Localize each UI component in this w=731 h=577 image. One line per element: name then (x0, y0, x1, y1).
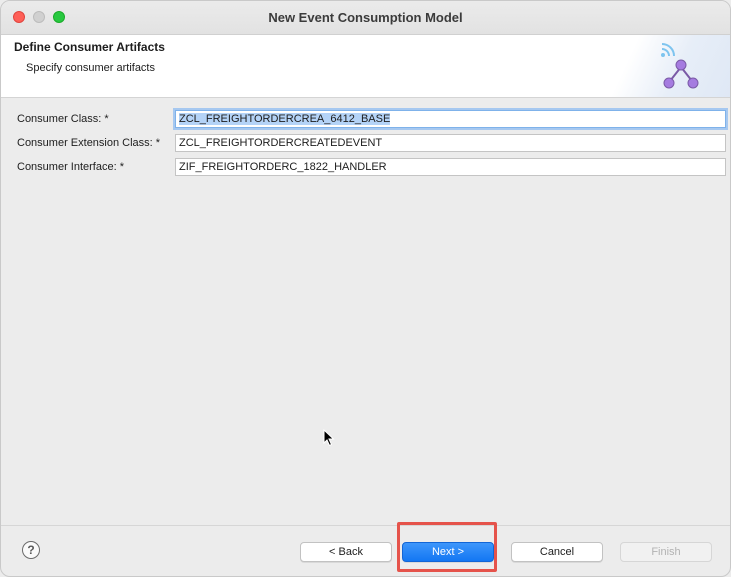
consumer-interface-label: Consumer Interface: * (17, 161, 124, 173)
title-bar: New Event Consumption Model (1, 1, 730, 35)
cancel-button[interactable]: Cancel (511, 542, 603, 562)
wizard-graph-icon (661, 43, 699, 89)
help-button[interactable]: ? (22, 541, 40, 559)
header-banner (600, 35, 730, 97)
consumer-extension-class-value: ZCL_FREIGHTORDERCREATEDEVENT (179, 137, 383, 149)
window-title: New Event Consumption Model (268, 10, 463, 25)
button-bar-divider (1, 525, 730, 526)
wizard-window: New Event Consumption Model Define Consu… (0, 0, 731, 577)
wizard-header: Define Consumer Artifacts Specify consum… (1, 35, 730, 98)
back-button[interactable]: < Back (300, 542, 392, 562)
consumer-interface-value: ZIF_FREIGHTORDERC_1822_HANDLER (179, 161, 387, 173)
consumer-extension-class-label: Consumer Extension Class: * (17, 137, 161, 149)
next-button-highlight (397, 522, 497, 572)
consumer-interface-input[interactable]: ZIF_FREIGHTORDERC_1822_HANDLER (175, 158, 726, 176)
consumer-extension-class-input[interactable]: ZCL_FREIGHTORDERCREATEDEVENT (175, 134, 726, 152)
finish-button[interactable]: Finish (620, 542, 712, 562)
consumer-class-value: ZCL_FREIGHTORDERCREA_6412_BASE (179, 113, 391, 125)
page-subtitle: Specify consumer artifacts (26, 62, 155, 74)
consumer-class-label: Consumer Class: * (17, 113, 109, 125)
consumer-class-input[interactable]: ZCL_FREIGHTORDERCREA_6412_BASE (175, 110, 726, 128)
mouse-pointer-icon (323, 429, 335, 447)
page-title: Define Consumer Artifacts (14, 40, 165, 54)
